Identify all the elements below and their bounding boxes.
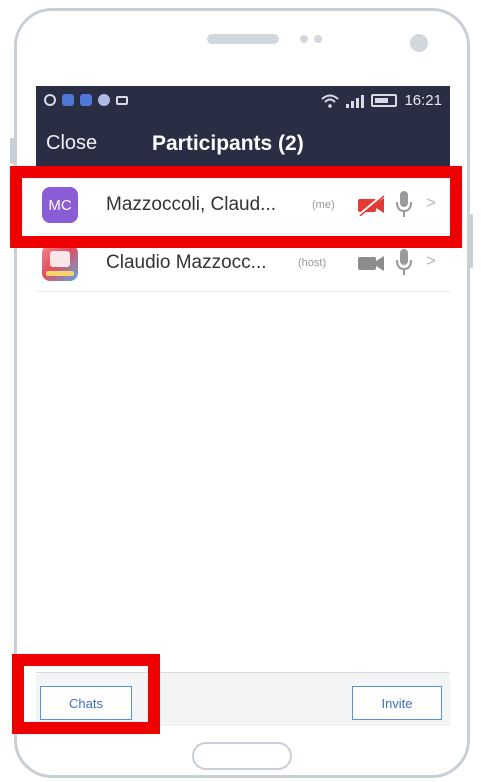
phone-sensor (314, 35, 322, 43)
status-bar: 16:21 (36, 86, 450, 118)
chevron-right-icon: > (426, 251, 436, 270)
participants-header: Close Participants (2) (36, 118, 450, 170)
avatar-picture (50, 251, 70, 267)
highlight-box-chats (12, 654, 160, 734)
highlight-box-participant (10, 166, 462, 248)
phone-sensor (300, 35, 308, 43)
phone-speaker (207, 34, 279, 44)
avatar (42, 245, 78, 281)
invite-button[interactable]: Invite (352, 686, 442, 720)
chat-notification-icon (44, 94, 56, 106)
zoom-notification-icon (98, 94, 110, 106)
app-notification-icon (62, 94, 74, 106)
phone-side-button (10, 138, 15, 164)
close-button[interactable]: Close (46, 132, 97, 155)
home-button[interactable] (192, 742, 292, 770)
video-icon (358, 256, 384, 271)
app-notification-icon (80, 94, 92, 106)
battery-icon (371, 94, 398, 107)
page-title: Participants (2) (152, 132, 304, 155)
phone-camera (410, 34, 428, 52)
status-time: 16:21 (404, 92, 442, 109)
signal-icon (346, 94, 365, 108)
phone-volume-button (468, 214, 473, 268)
participant-name: Claudio Mazzocc... (106, 252, 267, 273)
avatar-picture-band (46, 271, 74, 276)
cloud-notification-icon (116, 95, 128, 105)
notification-icons (44, 94, 128, 106)
participant-role: (host) (298, 257, 327, 269)
status-right: 16:21 (321, 92, 442, 109)
mic-icon (396, 249, 412, 275)
wifi-icon (321, 94, 340, 108)
